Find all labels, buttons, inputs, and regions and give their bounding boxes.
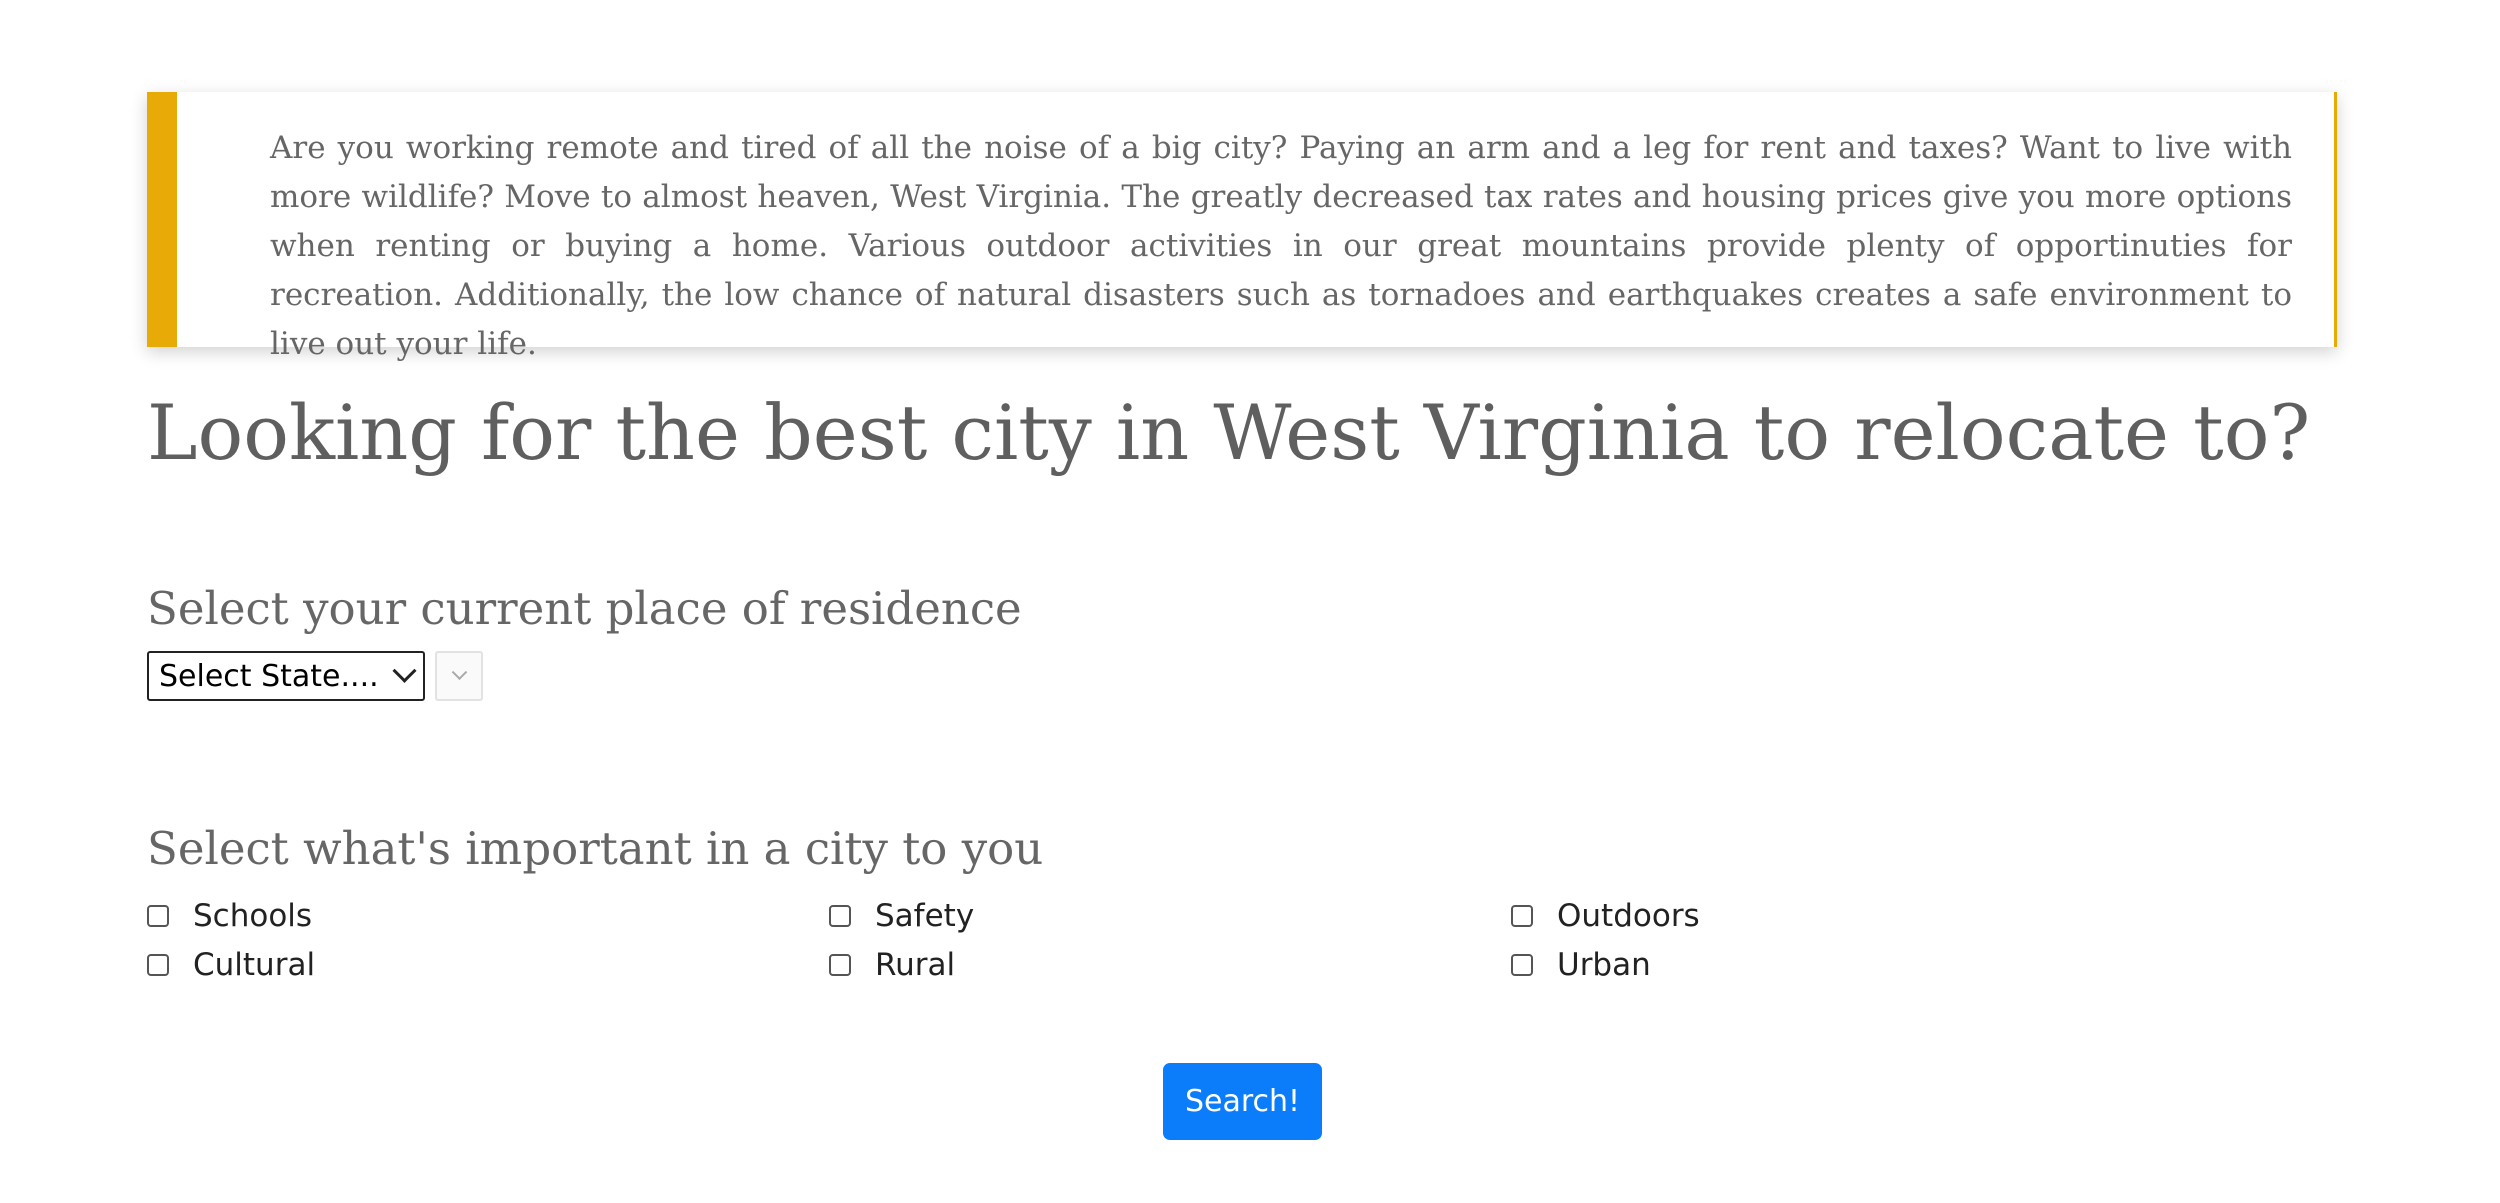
page-title: Looking for the best city in West Virgin… bbox=[147, 388, 2311, 477]
safety-label[interactable]: Safety bbox=[875, 898, 974, 934]
cultural-label[interactable]: Cultural bbox=[193, 947, 315, 983]
schools-label[interactable]: Schools bbox=[193, 898, 312, 934]
state-select[interactable]: Select State.... bbox=[147, 651, 425, 701]
rural-checkbox[interactable] bbox=[829, 953, 851, 976]
urban-label[interactable]: Urban bbox=[1557, 947, 1651, 983]
search-area: Search! bbox=[1163, 1063, 1322, 1140]
outdoors-label[interactable]: Outdoors bbox=[1557, 898, 1700, 934]
importance-options: Schools Safety Outdoors Cultural Rural U… bbox=[147, 893, 2337, 987]
safety-checkbox[interactable] bbox=[829, 904, 851, 927]
importance-heading: Select what's important in a city to you bbox=[147, 822, 1044, 875]
rural-label[interactable]: Rural bbox=[875, 947, 955, 983]
option-safety[interactable]: Safety bbox=[829, 893, 1511, 938]
state-select-value: Select State.... bbox=[159, 658, 379, 694]
schools-checkbox[interactable] bbox=[147, 904, 169, 927]
main-content: Are you working remote and tired of all … bbox=[147, 92, 2337, 987]
chevron-down-icon bbox=[451, 663, 467, 680]
outdoors-checkbox[interactable] bbox=[1511, 904, 1533, 927]
option-outdoors[interactable]: Outdoors bbox=[1511, 893, 2193, 938]
option-urban[interactable]: Urban bbox=[1511, 942, 2193, 987]
urban-checkbox[interactable] bbox=[1511, 953, 1533, 976]
option-schools[interactable]: Schools bbox=[147, 893, 829, 938]
option-rural[interactable]: Rural bbox=[829, 942, 1511, 987]
importance-section: Select what's important in a city to you… bbox=[147, 819, 2337, 987]
chevron-down-icon bbox=[392, 658, 417, 683]
search-button[interactable]: Search! bbox=[1163, 1063, 1322, 1140]
residence-section: Select your current place of residence S… bbox=[147, 579, 2337, 701]
option-cultural[interactable]: Cultural bbox=[147, 942, 829, 987]
residence-heading: Select your current place of residence bbox=[147, 582, 1022, 635]
intro-callout: Are you working remote and tired of all … bbox=[147, 92, 2337, 362]
residence-selects: Select State.... bbox=[147, 651, 2337, 701]
intro-text: Are you working remote and tired of all … bbox=[270, 130, 2292, 362]
city-select[interactable] bbox=[435, 651, 483, 701]
cultural-checkbox[interactable] bbox=[147, 953, 169, 976]
